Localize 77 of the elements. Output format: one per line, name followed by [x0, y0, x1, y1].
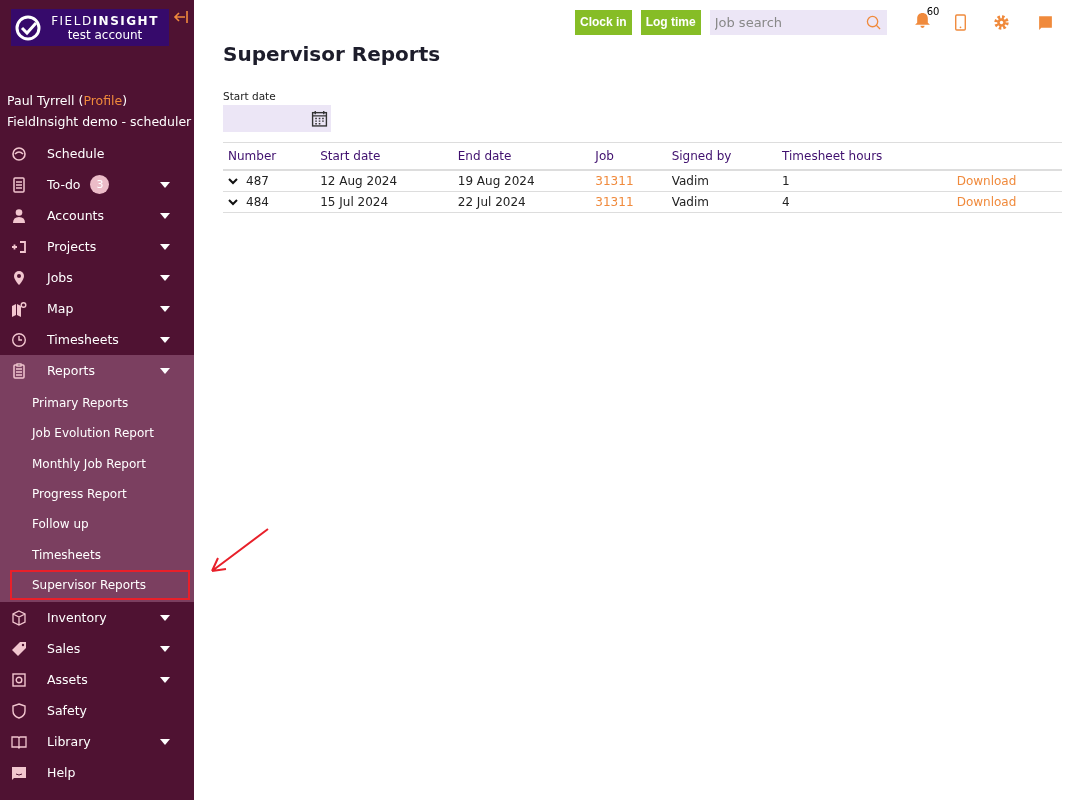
- table-cell: Vadim: [671, 195, 709, 209]
- column-header[interactable]: Start date: [315, 142, 453, 170]
- caret-icon[interactable]: [160, 645, 170, 652]
- nav-item[interactable]: Jobs: [0, 262, 194, 293]
- notification-count: 60: [926, 5, 940, 17]
- caret-icon[interactable]: [160, 212, 170, 219]
- clipboard-icon: [11, 362, 27, 379]
- chevron-icon[interactable]: [228, 198, 238, 206]
- calendar-icon[interactable]: [311, 110, 328, 127]
- caret-icon[interactable]: [160, 181, 170, 188]
- field-label: Start date: [223, 90, 277, 102]
- column-header[interactable]: Job: [590, 142, 667, 170]
- column-header[interactable]: Signed by: [666, 142, 778, 170]
- nav-subitem[interactable]: Follow up: [10, 509, 190, 540]
- map-icon: [11, 300, 27, 317]
- nav-item[interactable]: Accounts: [0, 200, 194, 231]
- nav-subitem[interactable]: Job Evolution Report: [10, 418, 190, 449]
- nav-item[interactable]: Inventory: [0, 602, 194, 634]
- column-header[interactable]: End date: [452, 142, 591, 170]
- caret-icon[interactable]: [160, 738, 170, 745]
- user-name: Paul Tyrrell (Profile): [7, 92, 129, 110]
- nav-item[interactable]: Projects: [0, 231, 194, 262]
- nav-item[interactable]: Timesheets: [0, 324, 194, 355]
- nav-item[interactable]: Sales: [0, 633, 194, 665]
- table-cell: 487: [246, 174, 269, 188]
- nav-item[interactable]: Library: [0, 726, 194, 758]
- date-field[interactable]: [223, 105, 331, 132]
- open-book-icon: [11, 733, 27, 750]
- table-cell: 15 Jul 2024: [320, 195, 389, 209]
- company-name: FieldInsight demo - scheduler: [7, 113, 193, 131]
- nav-subitem[interactable]: Monthly Job Report: [10, 448, 190, 479]
- nav-item[interactable]: Help: [0, 757, 194, 789]
- caret-icon[interactable]: [160, 367, 170, 374]
- nav-subitem[interactable]: Supervisor Reports: [10, 569, 190, 601]
- profile-link[interactable]: Profile: [83, 93, 123, 108]
- checklist-icon: [11, 176, 27, 193]
- brand-name: FIELD INSIGHT: [51, 13, 159, 28]
- shield-icon: [11, 702, 27, 719]
- caret-icon[interactable]: [160, 274, 170, 281]
- nav-item[interactable]: Schedule: [0, 138, 194, 169]
- chat-icon: [11, 764, 27, 781]
- caret-icon[interactable]: [160, 676, 170, 683]
- location-pin-icon: [11, 269, 27, 286]
- tag-icon: [11, 640, 27, 657]
- annotation-arrow: [208, 527, 270, 575]
- caret-icon[interactable]: [160, 336, 170, 343]
- table-cell: 19 Aug 2024: [457, 174, 535, 188]
- person-icon: [11, 207, 27, 224]
- table-cell: 12 Aug 2024: [320, 174, 398, 188]
- caret-icon[interactable]: [160, 305, 170, 312]
- nav-item[interactable]: Reports: [0, 355, 194, 386]
- nav-item[interactable]: Map: [0, 293, 194, 324]
- chevron-icon[interactable]: [228, 177, 238, 185]
- table-cell: 484: [246, 195, 269, 209]
- table-cell: Vadim: [671, 174, 709, 188]
- collapse-icon[interactable]: [173, 9, 189, 25]
- nav-subitem[interactable]: Primary Reports: [10, 388, 190, 419]
- column-header[interactable]: Timesheet hours: [777, 142, 952, 170]
- asset-frame-icon: [11, 671, 27, 688]
- clock-icon: [11, 331, 27, 348]
- search-field[interactable]: Job search: [709, 9, 887, 35]
- column-header[interactable]: Number: [223, 142, 316, 170]
- table-cell: 4: [782, 195, 790, 209]
- caret-icon[interactable]: [160, 614, 170, 621]
- check-circle-icon: [15, 14, 41, 41]
- count-badge: 3: [90, 175, 110, 194]
- account-name: test account: [67, 27, 143, 42]
- nav-subitem[interactable]: Progress Report: [10, 478, 190, 510]
- nav-item[interactable]: Safety: [0, 695, 194, 727]
- page-title: Supervisor Reports: [223, 42, 442, 66]
- table-cell: 1: [782, 174, 790, 188]
- cube-icon: [11, 609, 27, 626]
- nav-item[interactable]: Assets: [0, 664, 194, 696]
- nav-item[interactable]: To-do 3: [0, 169, 194, 200]
- nav-subitem[interactable]: Timesheets: [10, 539, 190, 570]
- caret-icon[interactable]: [160, 243, 170, 250]
- table-cell: 22 Jul 2024: [457, 195, 526, 209]
